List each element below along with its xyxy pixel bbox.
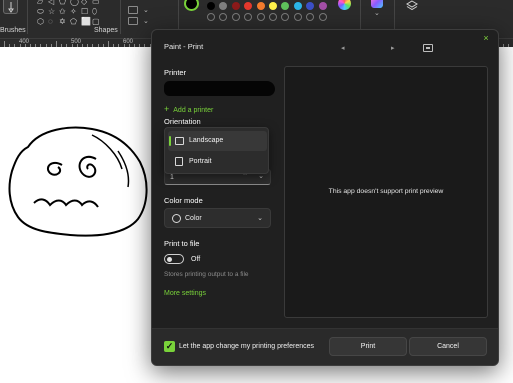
- let-app-change-label[interactable]: Let the app change my printing preferenc…: [179, 343, 314, 350]
- color-swatch[interactable]: [256, 13, 265, 21]
- color-swatch[interactable]: [219, 13, 228, 21]
- primary-color-swatch[interactable]: [184, 0, 199, 11]
- previous-page-icon[interactable]: ◂: [341, 44, 345, 52]
- shape-tool-icon[interactable]: ⬠: [70, 18, 77, 26]
- size-dropdown-icon[interactable]: ⌄: [143, 17, 149, 25]
- color-mode-value: Color: [185, 215, 202, 222]
- shape-tool-icon[interactable]: ▱: [37, 0, 43, 6]
- color-swatch[interactable]: [231, 13, 240, 21]
- printer-label: Printer: [164, 68, 187, 77]
- shape-tool-icon[interactable]: ⬭: [37, 8, 44, 16]
- portrait-icon: [175, 157, 183, 166]
- edit-colors-icon[interactable]: [338, 0, 351, 10]
- color-swatch[interactable]: [256, 2, 265, 10]
- selection-indicator: [169, 136, 171, 146]
- color-swatch[interactable]: [244, 2, 253, 10]
- landscape-icon: [175, 137, 184, 145]
- checkmark-icon: ✓: [165, 341, 174, 351]
- shape-tool-icon[interactable]: ◌: [48, 18, 53, 26]
- orientation-label: Orientation: [164, 117, 201, 126]
- print-to-file-toggle[interactable]: [164, 254, 184, 264]
- color-swatch[interactable]: [281, 13, 290, 21]
- shape-tool-icon[interactable]: ⬠: [59, 0, 66, 6]
- shape-tool-icon[interactable]: ▢: [92, 18, 100, 26]
- size-icon[interactable]: [128, 17, 138, 25]
- brush-button[interactable]: [3, 0, 18, 14]
- palette-icon: [172, 214, 181, 223]
- shape-tool-icon[interactable]: ☆: [48, 8, 55, 16]
- color-swatch[interactable]: [293, 2, 302, 10]
- color-swatch[interactable]: [269, 13, 277, 21]
- color-swatch[interactable]: [244, 13, 253, 21]
- print-button[interactable]: Print: [329, 337, 407, 356]
- orientation-option-portrait[interactable]: Portrait: [168, 152, 267, 172]
- color-swatch[interactable]: [318, 13, 327, 21]
- copilot-icon[interactable]: [371, 0, 383, 8]
- print-to-file-state: Off: [191, 256, 201, 263]
- shape-tool-icon[interactable]: ☐: [81, 8, 88, 16]
- close-icon[interactable]: ×: [480, 32, 492, 44]
- color-swatch[interactable]: [306, 13, 315, 21]
- print-preview-pane: This app doesn't support print preview: [284, 66, 488, 318]
- fill-icon[interactable]: [128, 6, 138, 14]
- orientation-option-label: Landscape: [189, 137, 224, 144]
- color-swatch[interactable]: [293, 13, 302, 21]
- orientation-option-label: Portrait: [189, 158, 212, 165]
- plus-icon: +: [164, 104, 170, 114]
- shape-tool-icon[interactable]: ⬡: [37, 18, 44, 26]
- color-swatch[interactable]: [231, 2, 240, 10]
- ribbon-divider: [120, 0, 121, 34]
- canvas-doodle: [8, 126, 148, 237]
- print-to-file-help: Stores printing output to a file: [164, 271, 249, 278]
- shape-tool-icon[interactable]: ⬯: [92, 8, 97, 16]
- let-app-change-checkbox[interactable]: ✓: [164, 341, 175, 352]
- color-mode-select[interactable]: Color ⌄: [164, 208, 271, 228]
- chevron-down-icon[interactable]: ⌄: [374, 9, 380, 17]
- chevron-down-icon: ⌄: [257, 215, 263, 222]
- print-dialog: Paint - Print × ◂ ▸ Printer + Add a print…: [151, 29, 499, 366]
- brushes-label: Brushes: [0, 27, 26, 34]
- shapes-label: Shapes: [94, 27, 118, 34]
- cancel-button[interactable]: Cancel: [409, 337, 487, 356]
- outline-dropdown-icon[interactable]: ⌄: [143, 6, 149, 14]
- color-mode-label: Color mode: [164, 196, 203, 205]
- more-settings-link[interactable]: More settings: [164, 290, 206, 297]
- color-swatch[interactable]: [306, 2, 315, 10]
- shape-tool-icon[interactable]: ◁: [48, 0, 54, 6]
- fit-page-icon[interactable]: [423, 44, 433, 52]
- shape-tool-icon[interactable]: ✡: [59, 18, 66, 26]
- color-swatch[interactable]: [207, 13, 215, 21]
- dialog-footer: ✓ Let the app change my printing prefere…: [152, 328, 498, 365]
- shape-tool-icon[interactable]: ⬜: [81, 18, 91, 26]
- shape-tool-icon[interactable]: ◯: [70, 0, 79, 6]
- dialog-title: Paint - Print: [164, 42, 204, 51]
- next-page-icon[interactable]: ▸: [391, 44, 395, 52]
- shape-tool-icon[interactable]: ◇: [81, 0, 87, 6]
- color-swatch[interactable]: [269, 2, 277, 10]
- add-printer-link[interactable]: + Add a printer: [164, 104, 213, 114]
- shape-tool-icon[interactable]: ✧: [70, 8, 77, 16]
- orientation-dropdown-menu: Landscape Portrait: [164, 127, 269, 174]
- add-printer-label: Add a printer: [173, 107, 214, 114]
- shape-tool-icon[interactable]: ▭: [92, 0, 100, 6]
- color-swatch[interactable]: [281, 2, 290, 10]
- ribbon-divider: [27, 0, 28, 34]
- brush-icon: [8, 2, 14, 13]
- print-to-file-label: Print to file: [164, 239, 200, 248]
- toggle-knob: [167, 257, 172, 262]
- preview-message: This app doesn't support print preview: [328, 188, 444, 195]
- printer-select[interactable]: [164, 81, 275, 96]
- orientation-option-landscape[interactable]: Landscape: [168, 131, 267, 151]
- color-swatch[interactable]: [318, 2, 327, 10]
- color-swatch[interactable]: [219, 2, 228, 10]
- color-swatch[interactable]: [207, 2, 215, 10]
- copies-value: 1: [170, 174, 174, 181]
- layers-icon[interactable]: [406, 0, 418, 11]
- shape-tool-icon[interactable]: ✩: [59, 8, 66, 16]
